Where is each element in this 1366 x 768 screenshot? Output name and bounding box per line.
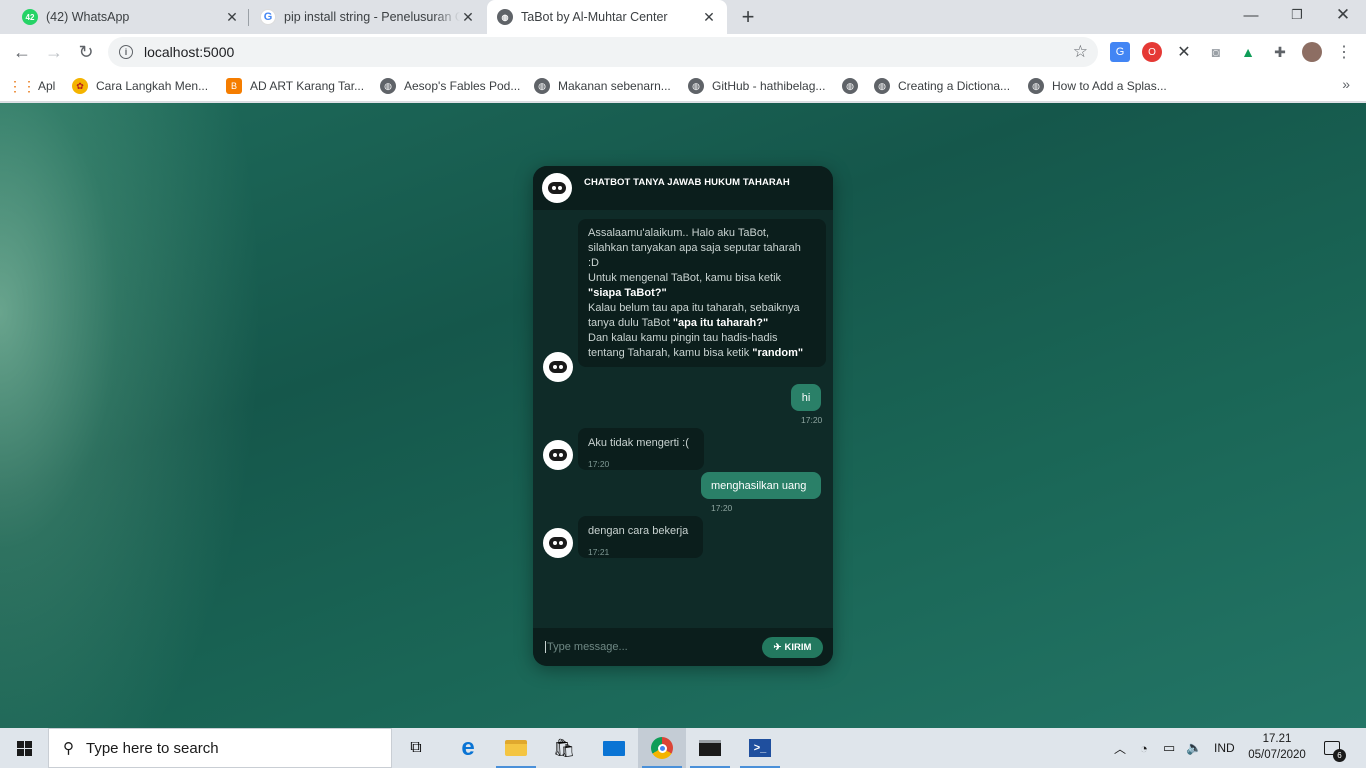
message-input[interactable] [547, 641, 757, 653]
camera-extension-icon[interactable]: ◙ [1206, 42, 1226, 62]
globe-icon: ◍ [874, 78, 890, 94]
url-text[interactable]: localhost:5000 [144, 44, 1073, 60]
whatsapp-icon: 42 [22, 9, 38, 25]
extensions-puzzle-icon[interactable]: ✚ [1270, 42, 1290, 62]
maximize-button[interactable]: ❐ [1274, 0, 1320, 30]
task-view-icon[interactable]: ⧉ [392, 728, 440, 768]
close-window-button[interactable]: ✕ [1320, 0, 1366, 30]
bot-avatar [543, 352, 573, 382]
bookmark-item[interactable]: ◍ Makanan sebenarn... [534, 76, 671, 96]
bookmark-item[interactable]: ◍ Aesop's Fables Pod... [380, 76, 520, 96]
globe-icon: ◍ [688, 78, 704, 94]
robot-icon [549, 361, 567, 373]
chat-header: CHATBOT TANYA JAWAB HUKUM TAHARAH [533, 166, 833, 210]
globe-icon: ◍ [1028, 78, 1044, 94]
reload-button[interactable]: ↻ [72, 38, 100, 66]
taskbar-search-box[interactable]: ⚲ Type here to search [48, 728, 392, 768]
bookmark-item[interactable]: ✿ Cara Langkah Men... [72, 76, 208, 96]
command-prompt-icon[interactable] [686, 728, 734, 768]
back-button[interactable]: ← [8, 38, 36, 66]
chat-input-bar: ✈ KIRIM [533, 628, 833, 666]
user-message: menghasilkan uang [701, 472, 821, 499]
new-tab-button[interactable]: + [736, 4, 760, 29]
opera-extension-icon[interactable]: O [1142, 42, 1162, 62]
start-button[interactable] [0, 728, 48, 768]
edge-icon[interactable]: e [444, 728, 492, 768]
site-icon: ✿ [72, 78, 88, 94]
bot-avatar [543, 528, 573, 558]
browser-toolbar: ← → ↻ i localhost:5000 ☆ G O ✕ ◙ ▲ ✚ ⋮ [0, 34, 1366, 70]
globe-icon: ◍ [497, 9, 513, 25]
bookmarks-overflow-icon[interactable]: » [1342, 76, 1350, 92]
bookmark-apps[interactable]: ⋮⋮ Apl [8, 76, 55, 96]
google-icon: G [260, 9, 276, 25]
drive-extension-icon[interactable]: ▲ [1238, 42, 1258, 62]
close-tab-icon[interactable]: ✕ [224, 9, 240, 25]
windows-taskbar: ⚲ Type here to search ⧉ e 🛍 >_ ︿ ◔ ▭ 🔈 I… [0, 728, 1366, 768]
bookmark-item[interactable]: B AD ART Karang Tar... [226, 76, 364, 96]
store-icon[interactable]: 🛍 [540, 728, 588, 768]
search-icon: ⚲ [63, 740, 74, 757]
message-time: 17:21 [588, 547, 610, 557]
page-background: CHATBOT TANYA JAWAB HUKUM TAHARAH Assala… [0, 103, 1366, 728]
bot-welcome-message: Assalaamu'alaikum.. Halo aku TaBot, sila… [578, 219, 826, 367]
bookmark-star-icon[interactable]: ☆ [1073, 42, 1088, 62]
robot-icon [549, 449, 567, 461]
tab-tabot[interactable]: ◍ TaBot by Al-Muhtar Center ✕ [487, 0, 727, 34]
globe-icon: ◍ [534, 78, 550, 94]
input-language[interactable]: IND [1214, 728, 1235, 768]
tab-whatsapp[interactable]: 42 (42) WhatsApp ✕ [12, 0, 250, 34]
globe-icon: ◍ [842, 78, 858, 94]
network-icon[interactable]: ◔ [1140, 728, 1148, 768]
chat-title: CHATBOT TANYA JAWAB HUKUM TAHARAH [584, 176, 790, 188]
message-time: 17:20 [588, 459, 610, 469]
address-bar[interactable]: i localhost:5000 ☆ [108, 37, 1098, 67]
blogger-icon: B [226, 78, 242, 94]
chrome-icon[interactable] [638, 728, 686, 768]
bookmark-item[interactable]: ◍ GitHub - hathibelag... [688, 76, 825, 96]
bookmark-item[interactable]: ◍ Creating a Dictiona... [874, 76, 1010, 96]
search-placeholder: Type here to search [86, 739, 219, 757]
bot-avatar [542, 173, 572, 203]
robot-icon [549, 537, 567, 549]
chatbot-window: CHATBOT TANYA JAWAB HUKUM TAHARAH Assala… [533, 166, 833, 666]
action-center-icon[interactable]: 6 [1320, 736, 1346, 762]
close-tab-icon[interactable]: ✕ [701, 9, 717, 25]
tab-google-search[interactable]: G pip install string - Penelusuran Googl… [250, 0, 486, 34]
message-time: 17:20 [801, 415, 823, 425]
profile-avatar[interactable] [1302, 42, 1322, 62]
notification-count: 6 [1333, 749, 1346, 762]
show-hidden-icons-chevron[interactable]: ︿ [1114, 728, 1132, 768]
close-tab-icon[interactable]: ✕ [460, 9, 476, 25]
forward-button[interactable]: → [40, 38, 68, 66]
site-info-icon[interactable]: i [119, 45, 133, 59]
bookmarks-bar: ⋮⋮ Apl ✿ Cara Langkah Men... B AD ART Ka… [0, 70, 1366, 102]
bookmark-item[interactable]: ◍ How to Add a Splas... [1028, 76, 1167, 96]
menu-kebab-icon[interactable]: ⋮ [1334, 42, 1354, 62]
x-extension-icon[interactable]: ✕ [1174, 42, 1194, 62]
user-message: hi [791, 384, 821, 411]
system-clock[interactable]: 17.21 05/07/2020 [1244, 731, 1310, 763]
tab-title: pip install string - Penelusuran Google [284, 10, 460, 24]
apps-grid-icon: ⋮⋮ [8, 77, 36, 94]
powershell-icon[interactable]: >_ [736, 728, 784, 768]
bot-avatar [543, 440, 573, 470]
tab-title: (42) WhatsApp [46, 10, 130, 24]
send-button[interactable]: ✈ KIRIM [762, 637, 823, 658]
globe-icon: ◍ [380, 78, 396, 94]
bookmark-item[interactable]: ◍ [842, 76, 866, 96]
mail-icon[interactable] [590, 728, 638, 768]
minimize-button[interactable]: — [1228, 0, 1274, 30]
windows-logo-icon [16, 740, 32, 756]
translate-extension-icon[interactable]: G [1110, 42, 1130, 62]
send-plane-icon: ✈ [773, 642, 782, 653]
browser-tab-strip: 42 (42) WhatsApp ✕ G pip install string … [0, 0, 1366, 34]
message-time: 17:20 [711, 503, 733, 513]
tab-title: TaBot by Al-Muhtar Center [521, 10, 668, 24]
battery-icon[interactable]: ▭ [1163, 728, 1175, 768]
volume-icon[interactable]: 🔈 [1186, 728, 1202, 768]
file-explorer-icon[interactable] [492, 728, 540, 768]
robot-icon [548, 182, 566, 194]
